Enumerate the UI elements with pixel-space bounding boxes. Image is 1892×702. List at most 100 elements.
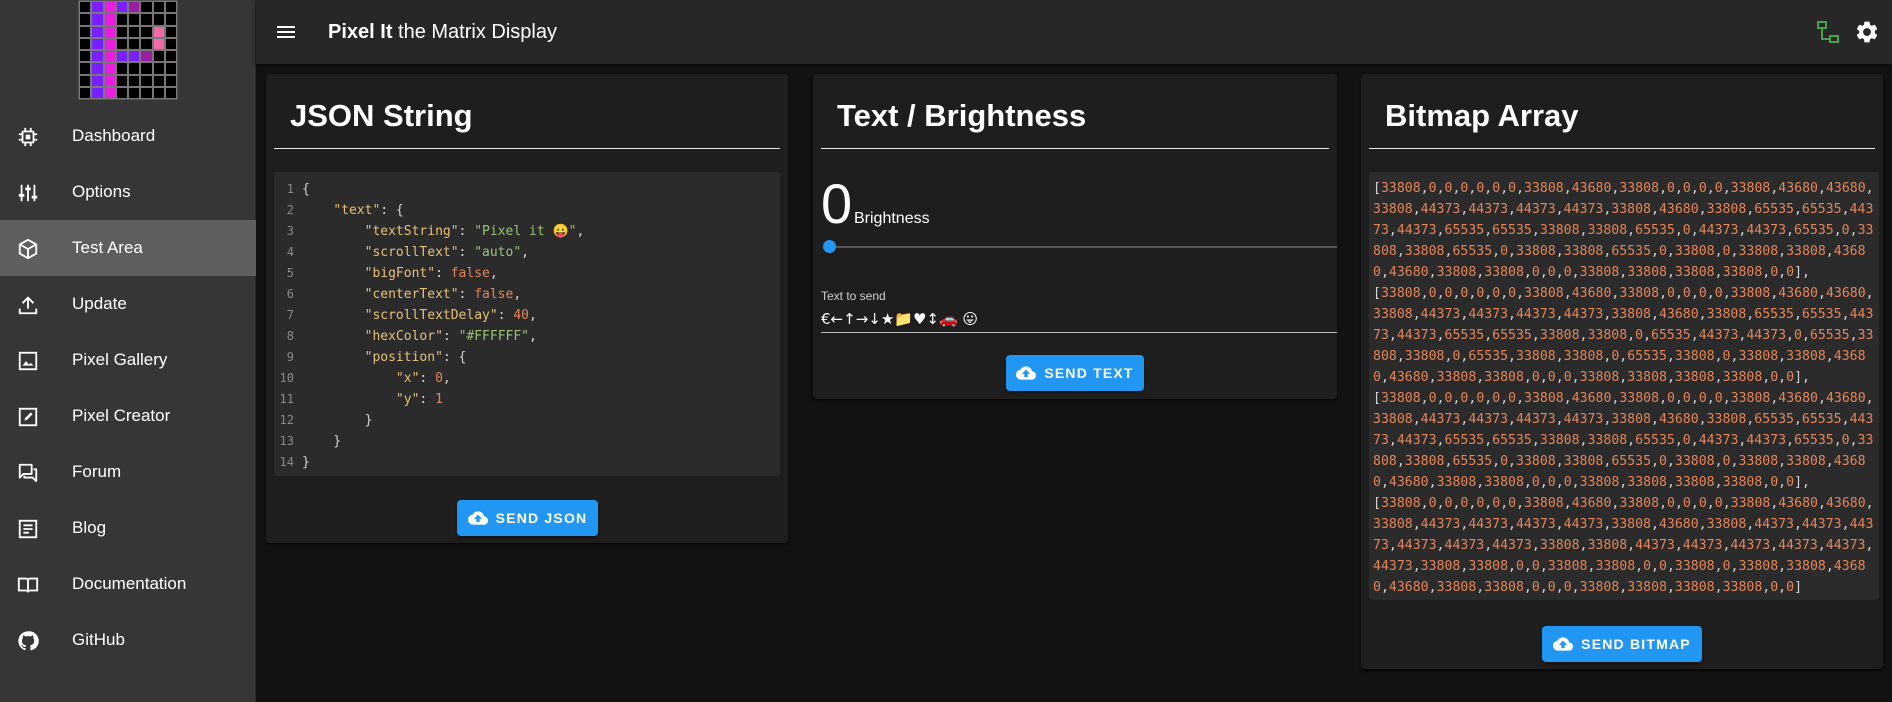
logo-pixel [140, 86, 153, 99]
line-number: 12 [279, 413, 294, 427]
logo-pixel [128, 13, 141, 26]
logo-pixel [140, 37, 153, 50]
cloud-upload-icon [1553, 637, 1574, 651]
logo-pixel [91, 25, 104, 38]
sidebar-item-forum[interactable]: Forum [0, 444, 256, 500]
send-text-button[interactable]: SEND TEXT [1006, 355, 1144, 391]
sidebar-item-documentation[interactable]: Documentation [0, 556, 256, 612]
logo-pixel [128, 86, 141, 99]
text-card-title: Text / Brightness [837, 98, 1087, 133]
code-text: } [302, 413, 373, 428]
code-text: "position": { [364, 350, 467, 365]
logo-pixel [115, 50, 128, 63]
logo-pixel [91, 86, 104, 99]
line-number: 3 [286, 224, 294, 238]
app-title-rest: the Matrix Display [392, 21, 557, 43]
logo-pixel [140, 13, 153, 26]
code-text: } [302, 455, 310, 470]
code-line: 8 "hexColor": "#FFFFFF", [274, 326, 780, 347]
logo-pixel [79, 62, 92, 75]
sidebar-item-pixel-gallery[interactable]: Pixel Gallery [0, 332, 256, 388]
logo-pixel [140, 74, 153, 87]
line-number: 4 [286, 245, 294, 259]
logo-pixel [152, 62, 165, 75]
sidebar-item-github[interactable]: GitHub [0, 612, 256, 668]
logo-pixel [91, 74, 104, 87]
code-text: { [302, 182, 310, 197]
logo-pixel [152, 37, 165, 50]
cloud-upload-icon [1016, 366, 1037, 380]
logo-pixel [103, 86, 116, 99]
code-text: "y": 1 [395, 392, 443, 407]
sidebar-item-update[interactable]: Update [0, 276, 256, 332]
logo-pixel [140, 25, 153, 38]
logo-pixel [115, 74, 128, 87]
network-connected-icon [1817, 21, 1839, 43]
bitmap-editor[interactable]: [33808,0,0,0,0,0,0,33808,43680,33808,0,0… [1369, 172, 1879, 600]
brightness-slider-thumb[interactable] [823, 240, 836, 253]
send-bitmap-button[interactable]: SEND BITMAP [1542, 626, 1702, 662]
logo-pixel [152, 13, 165, 26]
logo-pixel [128, 50, 141, 63]
logo-pixel [103, 37, 116, 50]
text-to-send-input[interactable]: €←↑→↓★📁♥↕🚗 😛 [821, 307, 1337, 333]
line-number: 6 [286, 287, 294, 301]
line-number: 9 [286, 350, 294, 364]
code-text: "x": 0, [395, 371, 451, 386]
json-editor[interactable]: 1{2 "text": {3 "textString": "Pixel it 😛… [274, 172, 780, 476]
sidebar: Dashboard Options Test Area Update Pixel Gal… [0, 0, 256, 702]
code-text: "scrollTextDelay": 40, [364, 308, 537, 323]
bitmap-line: [33808,0,0,0,0,0,0,33808,43680,33808,0,0… [1373, 496, 1874, 595]
sidebar-item-label: Documentation [72, 574, 187, 593]
logo-pixel [103, 74, 116, 87]
logo-pixel [79, 74, 92, 87]
logo-pixel [164, 1, 177, 14]
upload-icon [17, 294, 39, 316]
menu-icon[interactable] [274, 20, 298, 44]
image-icon [17, 350, 39, 372]
sidebar-item-blog[interactable]: Blog [0, 500, 256, 556]
pixel-it-logo[interactable] [78, 0, 178, 100]
sidebar-item-pixel-creator[interactable]: Pixel Creator [0, 388, 256, 444]
sidebar-item-label: Update [72, 294, 127, 313]
logo-pixel [164, 62, 177, 75]
line-number: 7 [286, 308, 294, 322]
sidebar-item-test-area[interactable]: Test Area [0, 220, 256, 276]
code-text: "centerText": false, [364, 287, 522, 302]
logo-pixel [128, 37, 141, 50]
sidebar-item-label: GitHub [72, 630, 125, 649]
logo-pixel [91, 37, 104, 50]
brightness-value: 0 [821, 172, 853, 235]
code-line: 3 "textString": "Pixel it 😛", [274, 221, 780, 242]
logo-pixel [79, 1, 92, 14]
sidebar-item-label: Forum [72, 462, 122, 481]
forum-icon [17, 462, 39, 484]
brightness-slider[interactable] [829, 246, 1337, 248]
logo-pixel [128, 1, 141, 14]
code-text: "textString": "Pixel it 😛", [364, 224, 585, 239]
sidebar-item-dashboard[interactable]: Dashboard [0, 108, 256, 164]
blog-icon [17, 518, 39, 540]
code-line: 9 "position": { [274, 347, 780, 368]
gear-icon[interactable] [1854, 19, 1880, 45]
logo-pixel [128, 74, 141, 87]
code-line: 13 } [274, 431, 780, 452]
code-line: 10 "x": 0, [274, 368, 780, 389]
logo-pixel [115, 86, 128, 99]
sidebar-item-options[interactable]: Options [0, 164, 256, 220]
code-line: 6 "centerText": false, [274, 284, 780, 305]
text-card-divider [821, 148, 1329, 149]
app-title: Pixel It the Matrix Display [328, 20, 557, 44]
sidebar-item-label: Pixel Creator [72, 406, 171, 425]
logo-pixel [128, 62, 141, 75]
logo-pixel [115, 1, 128, 14]
send-json-button[interactable]: SEND JSON [457, 500, 598, 536]
cube-icon [17, 238, 39, 260]
sidebar-item-label: Options [72, 182, 131, 201]
line-number: 14 [279, 455, 294, 469]
logo-pixel [79, 86, 92, 99]
sidebar-item-label: Blog [72, 518, 107, 537]
logo-pixel [164, 13, 177, 26]
brightness-label: Brightness [854, 210, 930, 227]
code-text: "scrollText": "auto", [364, 245, 529, 260]
